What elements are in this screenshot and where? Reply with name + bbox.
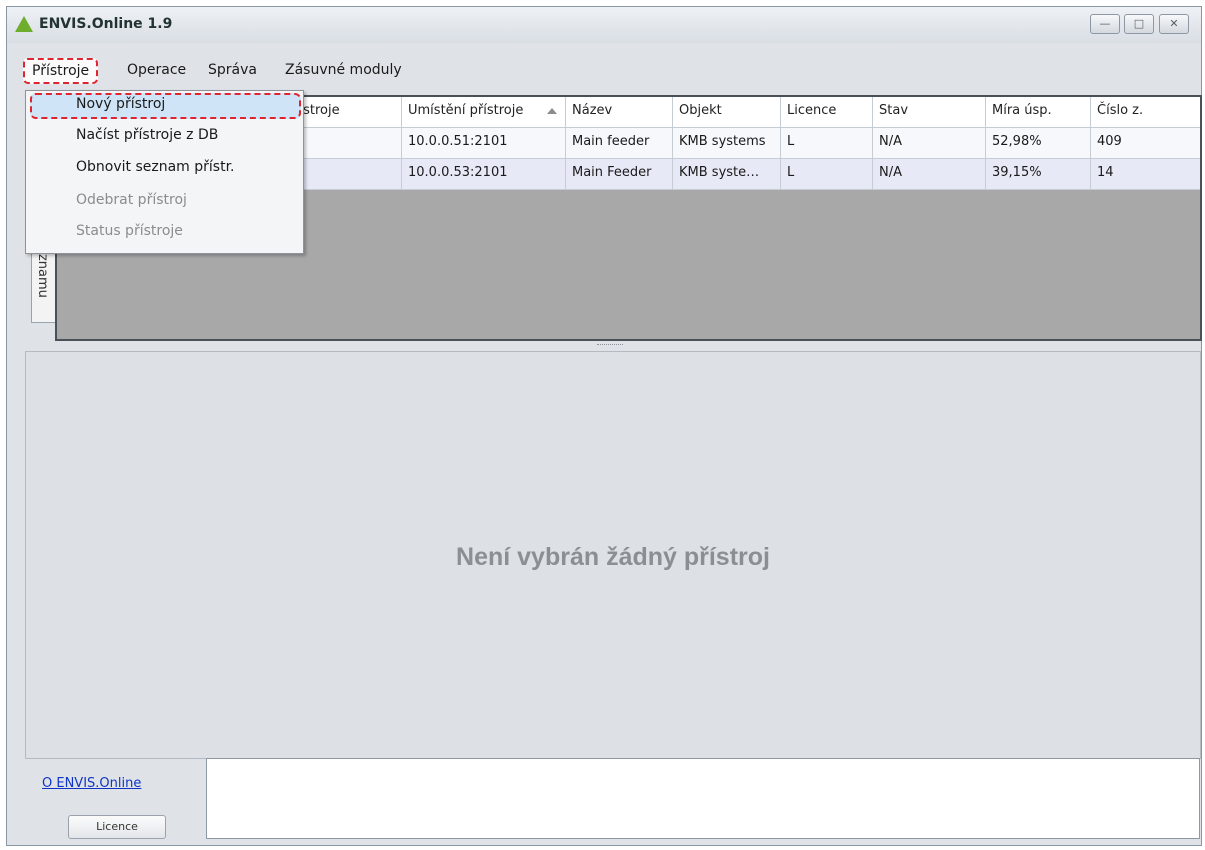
menu-item-load-from-db[interactable]: Načíst přístroje z DB (76, 127, 218, 143)
column-header-number[interactable]: Číslo z. (1090, 97, 1200, 127)
cell-object: KMB syste… (672, 159, 780, 189)
menu-bar: Přístroje Operace Správa Zásuvné moduly (17, 57, 1201, 87)
column-header-savings[interactable]: Míra úsp. (985, 97, 1090, 127)
about-link[interactable]: O ENVIS.Online (42, 776, 141, 791)
cell-licence: L (780, 128, 872, 158)
column-header-location[interactable]: Umístění přístroje (401, 97, 565, 127)
menu-item-device-status: Status přístroje (76, 223, 183, 239)
menu-operace[interactable]: Operace (127, 62, 186, 78)
licence-button[interactable]: Licence (68, 815, 166, 839)
menu-item-new-device[interactable]: Nový přístroj (76, 96, 165, 112)
menu-pristroje[interactable]: Přístroje (23, 58, 99, 84)
pristroje-dropdown-menu: Nový přístroj Načíst přístroje z DB Obno… (25, 90, 304, 254)
cell-savings: 52,98% (985, 128, 1090, 158)
cell-name: Main feeder (565, 128, 672, 158)
menu-zasuvne-moduly[interactable]: Zásuvné moduly (285, 62, 402, 78)
column-header-location-label: Umístění přístroje (408, 103, 524, 118)
title-bar[interactable]: ENVIS.Online 1.9 — □ ✕ (7, 7, 1201, 43)
menu-sprava[interactable]: Správa (208, 62, 257, 78)
menu-highlight (30, 93, 301, 119)
cell-number: 409 (1090, 128, 1200, 158)
column-header-name[interactable]: Název (565, 97, 672, 127)
cell-object: KMB systems (672, 128, 780, 158)
cell-savings: 39,15% (985, 159, 1090, 189)
column-header-status[interactable]: Stav (872, 97, 985, 127)
maximize-button[interactable]: □ (1124, 14, 1154, 34)
cell-location: 10.0.0.51:2101 (401, 128, 565, 158)
panel-splitter[interactable] (597, 344, 623, 345)
close-button[interactable]: ✕ (1159, 14, 1189, 34)
column-header-licence[interactable]: Licence (780, 97, 872, 127)
cell-status: N/A (872, 159, 985, 189)
cell-licence: L (780, 159, 872, 189)
app-logo-icon (15, 16, 33, 32)
cell-location: 10.0.0.53:2101 (401, 159, 565, 189)
empty-selection-message: Není vybrán žádný přístroj (456, 543, 770, 571)
app-window: ENVIS.Online 1.9 — □ ✕ Přístroje Operace… (6, 6, 1202, 846)
column-header-object[interactable]: Objekt (672, 97, 780, 127)
cell-number: 14 (1090, 159, 1200, 189)
window-title: ENVIS.Online 1.9 (39, 16, 173, 32)
menu-item-refresh-list[interactable]: Obnovit seznam přístr. (76, 159, 235, 175)
cell-name: Main Feeder (565, 159, 672, 189)
minimize-button[interactable]: — (1090, 14, 1120, 34)
sort-ascending-icon (547, 108, 557, 114)
footer-left: O ENVIS.Online Licence (25, 761, 205, 845)
device-detail-panel: Není vybrán žádný přístroj (25, 351, 1201, 759)
menu-item-remove-device: Odebrat přístroj (76, 192, 187, 208)
log-output-box[interactable] (206, 758, 1200, 839)
cell-status: N/A (872, 128, 985, 158)
